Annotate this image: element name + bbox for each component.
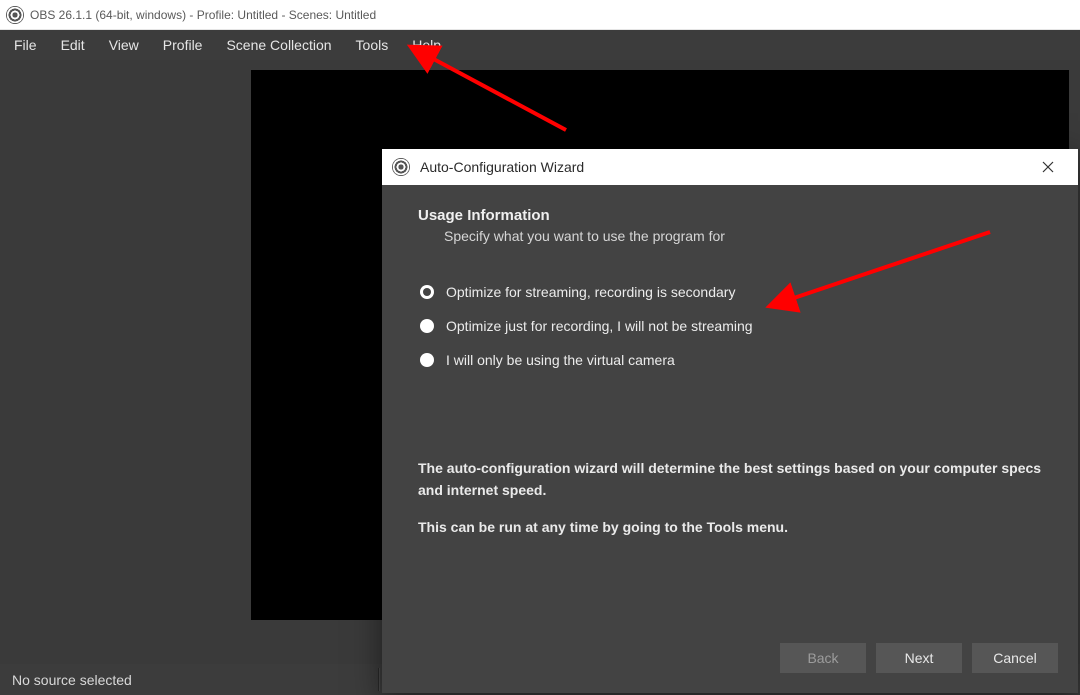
back-button: Back xyxy=(780,643,866,673)
window-titlebar: OBS 26.1.1 (64-bit, windows) - Profile: … xyxy=(0,0,1080,30)
dialog-footer: Back Next Cancel xyxy=(382,633,1078,693)
close-icon xyxy=(1042,161,1054,173)
radio-unselected-icon xyxy=(420,319,434,333)
menu-view[interactable]: View xyxy=(99,33,149,57)
obs-logo-icon xyxy=(6,6,24,24)
radio-label: I will only be using the virtual camera xyxy=(446,352,675,368)
status-divider xyxy=(378,668,380,691)
next-button[interactable]: Next xyxy=(876,643,962,673)
obs-logo-icon xyxy=(392,158,410,176)
menu-help[interactable]: Help xyxy=(402,33,451,57)
status-text: No source selected xyxy=(12,672,132,688)
close-button[interactable] xyxy=(1028,149,1068,185)
radio-label: Optimize for streaming, recording is sec… xyxy=(446,284,735,300)
dialog-title: Auto-Configuration Wizard xyxy=(420,159,584,175)
auto-config-wizard-dialog: Auto-Configuration Wizard Usage Informat… xyxy=(382,149,1078,693)
menubar: File Edit View Profile Scene Collection … xyxy=(0,30,1080,60)
dialog-body: Usage Information Specify what you want … xyxy=(382,185,1078,633)
radio-unselected-icon xyxy=(420,353,434,367)
dialog-titlebar: Auto-Configuration Wizard xyxy=(382,149,1078,185)
info-paragraph-1: The auto-configuration wizard will deter… xyxy=(418,458,1042,501)
radio-label: Optimize just for recording, I will not … xyxy=(446,318,753,334)
menu-tools[interactable]: Tools xyxy=(346,33,399,57)
window-title: OBS 26.1.1 (64-bit, windows) - Profile: … xyxy=(30,8,376,22)
info-paragraph-2: This can be run at any time by going to … xyxy=(418,517,1042,539)
radio-option-recording[interactable]: Optimize just for recording, I will not … xyxy=(420,318,1042,334)
radio-group-usage: Optimize for streaming, recording is sec… xyxy=(420,284,1042,368)
menu-scene-collection[interactable]: Scene Collection xyxy=(216,33,341,57)
cancel-button[interactable]: Cancel xyxy=(972,643,1058,673)
menu-profile[interactable]: Profile xyxy=(153,33,213,57)
menu-edit[interactable]: Edit xyxy=(51,33,95,57)
section-subtitle: Specify what you want to use the program… xyxy=(444,228,1042,244)
section-title: Usage Information xyxy=(418,207,1042,224)
menu-file[interactable]: File xyxy=(4,33,47,57)
radio-option-virtual-camera[interactable]: I will only be using the virtual camera xyxy=(420,352,1042,368)
radio-selected-icon xyxy=(420,285,434,299)
radio-option-streaming[interactable]: Optimize for streaming, recording is sec… xyxy=(420,284,1042,300)
